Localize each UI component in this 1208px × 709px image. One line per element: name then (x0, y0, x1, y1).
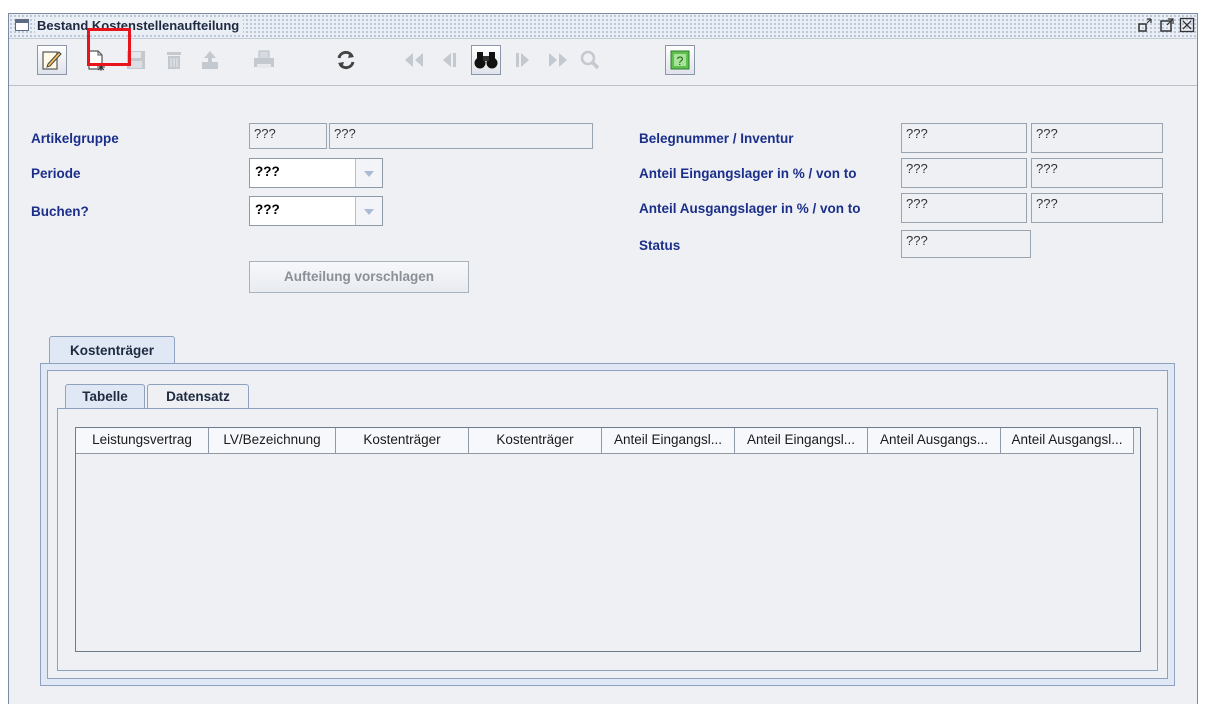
window-title: Bestand Kostenstellenaufteilung (35, 17, 244, 34)
kostentraeger-table[interactable]: Leistungsvertrag LV/Bezeichnung Kostentr… (75, 427, 1141, 652)
aufteilung-vorschlagen-button[interactable]: Aufteilung vorschlagen (249, 261, 469, 293)
next-record-button[interactable] (509, 45, 539, 75)
help-icon: ? (670, 50, 690, 70)
periode-label: Periode (31, 166, 81, 181)
right-arrow-icon (516, 53, 529, 67)
print-button[interactable] (249, 45, 279, 75)
binoculars-icon (474, 52, 498, 69)
chevron-down-icon[interactable] (355, 159, 382, 187)
first-record-button[interactable] (399, 45, 429, 75)
magnifier-icon (580, 50, 600, 70)
anteil-eingang-field-1[interactable]: ??? (901, 158, 1027, 188)
delete-button[interactable] (159, 45, 189, 75)
artikelgruppe-name-field[interactable]: ??? (329, 123, 593, 149)
status-field: ??? (901, 230, 1031, 258)
column-header[interactable]: Kostenträger (336, 428, 469, 454)
buchen-combo[interactable]: ??? (249, 196, 383, 226)
periode-combo[interactable]: ??? (249, 158, 383, 188)
buchen-label: Buchen? (31, 204, 89, 219)
help-button[interactable]: ? (665, 45, 695, 75)
svg-text:?: ? (677, 54, 684, 68)
periode-value: ??? (255, 164, 280, 179)
zoom-button[interactable] (575, 45, 605, 75)
toolbar: ? (9, 39, 1197, 86)
pencil-note-icon (42, 51, 62, 70)
double-left-arrow-icon (405, 53, 423, 67)
status-label: Status (639, 238, 681, 253)
anteil-ausgang-field-1[interactable]: ??? (901, 193, 1027, 223)
close-icon[interactable] (1179, 17, 1195, 33)
printer-icon (254, 50, 274, 68)
tab-tabelle[interactable]: Tabelle (65, 384, 145, 409)
search-button[interactable] (471, 45, 501, 75)
belegnummer-field-2[interactable]: ??? (1031, 123, 1163, 153)
tab-kostentraeger[interactable]: Kostenträger (49, 336, 175, 364)
double-right-arrow-icon (549, 53, 567, 67)
maximize-icon[interactable] (1159, 17, 1175, 33)
anteil-ausgang-field-2[interactable]: ??? (1031, 193, 1163, 223)
belegnummer-field-1[interactable]: ??? (901, 123, 1027, 153)
anteil-eingang-label: Anteil Eingangslager in % / von to (639, 166, 857, 181)
trash-icon (167, 52, 181, 69)
artikelgruppe-label: Artikelgruppe (31, 131, 119, 146)
anteil-eingang-field-2[interactable]: ??? (1031, 158, 1163, 188)
title-bar[interactable]: Bestand Kostenstellenaufteilung (9, 14, 1197, 39)
column-header[interactable]: Kostenträger (469, 428, 602, 454)
minimize-icon[interactable] (1137, 17, 1153, 33)
column-header[interactable]: LV/Bezeichnung (209, 428, 336, 454)
upload-icon (202, 51, 218, 69)
column-header[interactable]: Leistungsvertrag (76, 428, 209, 454)
export-button[interactable] (195, 45, 225, 75)
buchen-value: ??? (255, 202, 280, 217)
chevron-down-icon[interactable] (355, 197, 382, 225)
edit-button[interactable] (37, 45, 67, 75)
table-header: Leistungsvertrag LV/Bezeichnung Kostentr… (76, 428, 1134, 454)
column-header[interactable]: Anteil Eingangsl... (735, 428, 868, 454)
column-header[interactable]: Anteil Ausgangs... (868, 428, 1001, 454)
belegnummer-label: Belegnummer / Inventur (639, 131, 794, 146)
anteil-ausgang-label: Anteil Ausgangslager in % / von to (639, 201, 861, 216)
previous-record-button[interactable] (433, 45, 463, 75)
artikelgruppe-code-field[interactable]: ??? (249, 123, 327, 149)
column-header[interactable]: Anteil Ausgangsl... (1001, 428, 1134, 454)
last-record-button[interactable] (543, 45, 573, 75)
main-window: Bestand Kostenstellenaufteilung ? Artike… (8, 13, 1198, 704)
tab-datensatz[interactable]: Datensatz (147, 384, 249, 409)
left-arrow-icon (443, 53, 456, 67)
refresh-arrows-icon (337, 50, 355, 70)
column-header[interactable]: Anteil Eingangsl... (602, 428, 735, 454)
highlight-box (87, 28, 131, 66)
window-icon (15, 19, 29, 31)
refresh-button[interactable] (331, 45, 361, 75)
